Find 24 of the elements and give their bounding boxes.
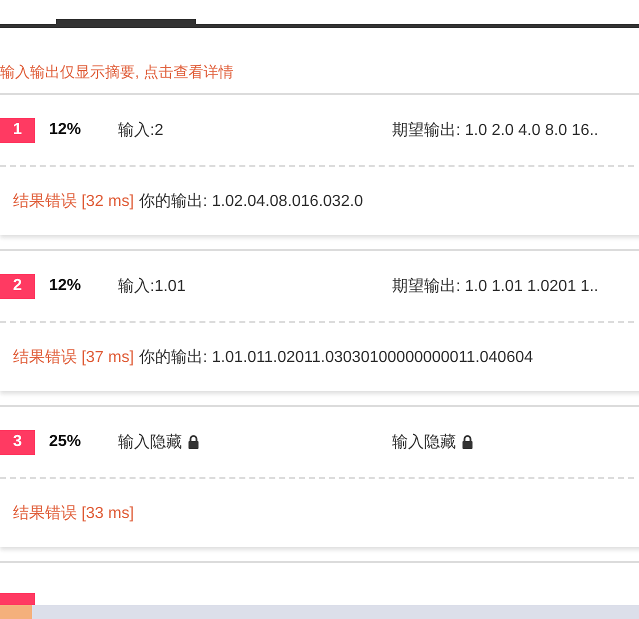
result-status: 结果错误 [37 ms] (13, 348, 134, 368)
case-number: 3 (0, 430, 35, 454)
case-number: 2 (0, 274, 35, 298)
your-output: 你的输出: 1.01.011.02011.03030100000000011.040604 (138, 348, 534, 368)
case-number-badge (0, 593, 35, 605)
lock-icon (188, 435, 199, 449)
input-label: 输入隐藏 (118, 432, 182, 452)
expected-output-label: 输入隐藏 (392, 432, 456, 452)
test-case-card[interactable]: 3 25% 输入隐藏 输入隐藏 结果错误 [33 ms] (0, 405, 639, 547)
case-number: 1 (0, 118, 35, 142)
input-label: 输入:2 (118, 120, 164, 140)
test-case-card[interactable]: 1 12% 输入:2 期望输出: 1.0 2.0 4.0 8.0 16.. 结果错误 [32 ms] 你的输出: 1.02.04.08.016.032.0 (0, 93, 639, 235)
expected-output-label: 期望输出: 1.0 1.01 1.0201 1.. (392, 276, 598, 296)
lock-icon (462, 435, 473, 449)
case-score: 12% (49, 277, 82, 295)
your-output: 你的输出: 1.02.04.08.016.032.0 (138, 192, 364, 212)
test-case-card[interactable]: 2 12% 输入:1.01 期望输出: 1.0 1.01 1.0201 1.. 结果错误 [37 ms] 你的输出: 1.01.011.02011.03030100000000011.040604 (0, 249, 639, 391)
case-score: 12% (49, 121, 82, 139)
case-score: 25% (49, 433, 82, 451)
result-status: 结果错误 [32 ms] (13, 192, 134, 212)
input-label: 输入:1.01 (118, 276, 186, 296)
expected-output-label: 期望输出: 1.0 2.0 4.0 8.0 16.. (392, 120, 598, 140)
result-status: 结果错误 [33 ms] (13, 504, 134, 524)
summary-notice: 输入输出仅显示摘要, 点击查看详情 (0, 63, 234, 83)
